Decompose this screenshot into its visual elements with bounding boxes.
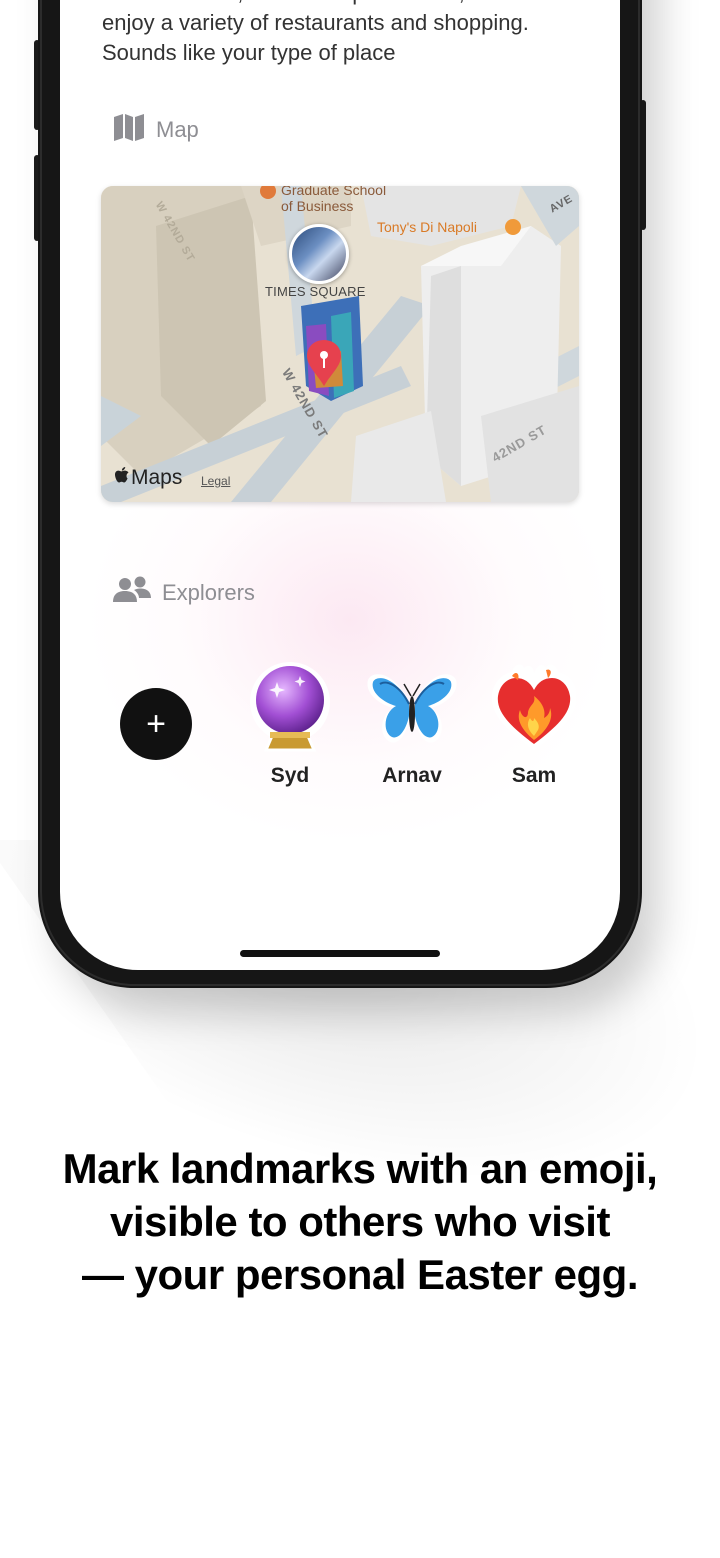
home-indicator[interactable]	[240, 950, 440, 957]
map-label-landmark: TIMES SQUARE	[265, 284, 366, 299]
explorer-sam[interactable]: Sam	[479, 660, 589, 788]
phone-screen: live TV shows, see street performers, an…	[60, 0, 620, 970]
caption-line-3: — your personal Easter egg.	[81, 1251, 639, 1298]
apple-logo-icon	[115, 466, 129, 490]
explorers-section-title: Explorers	[162, 580, 255, 605]
map-preview[interactable]: Graduate School of Business Tony's Di Na…	[101, 186, 579, 502]
people-icon	[112, 576, 152, 610]
explorer-name: Sam	[511, 764, 557, 787]
legal-link[interactable]: Legal	[201, 474, 230, 488]
explorer-arnav[interactable]: Arnav	[357, 660, 467, 788]
map-section-header: Map	[112, 112, 199, 148]
add-explorer-button[interactable]: +	[120, 688, 192, 760]
map-pin-icon[interactable]	[305, 338, 343, 393]
explorer-syd[interactable]: Syd	[235, 660, 345, 788]
map-icon	[112, 112, 146, 148]
apple-maps-logo: Maps	[115, 466, 182, 490]
map-label-school: Graduate School of Business	[281, 186, 387, 214]
promo-caption: Mark landmarks with an emoji, visible to…	[30, 1142, 690, 1301]
landmark-photo[interactable]	[289, 224, 349, 284]
map-label-restaurant: Tony's Di Napoli	[377, 219, 477, 235]
explorer-name: Arnav	[382, 764, 442, 787]
heart-on-fire-icon	[491, 664, 577, 750]
maps-brand-text: Maps	[131, 466, 183, 489]
map-section-title: Map	[156, 117, 199, 142]
caption-line-2: visible to others who visit	[110, 1198, 610, 1245]
explorers-section-header: Explorers	[112, 576, 255, 610]
explorers-list: + Syd Arnav Sam	[120, 660, 590, 800]
crystal-ball-icon	[250, 662, 330, 752]
explorer-name: Syd	[270, 764, 310, 787]
caption-line-1: Mark landmarks with an emoji,	[62, 1145, 658, 1192]
place-description: live TV shows, see street performers, an…	[102, 0, 529, 65]
butterfly-icon	[367, 674, 457, 743]
